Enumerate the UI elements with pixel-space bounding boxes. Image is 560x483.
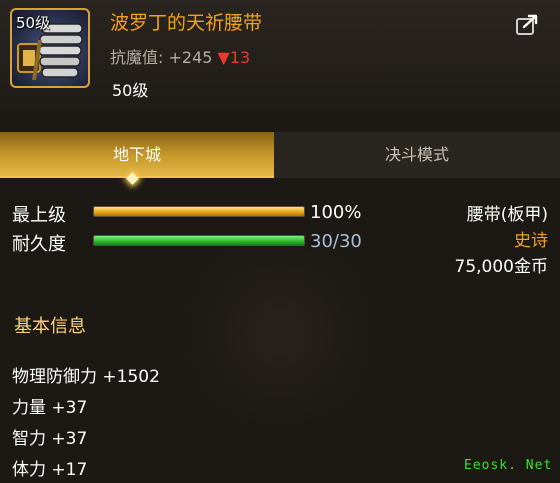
item-level: 50级 (112, 81, 149, 100)
tab-pvp[interactable]: 决斗模式 (274, 132, 560, 178)
stat-change: 13 (229, 48, 251, 67)
prop-intelligence: 智力 +37 (12, 429, 88, 449)
watermark: Eeosk. Net (464, 458, 553, 473)
prop-strength: 力量 +37 (12, 398, 88, 418)
basic-info-title: 基本信息 (14, 316, 86, 337)
durability-label: 耐久度 (12, 234, 66, 255)
durability-value: 30/30 (310, 231, 362, 252)
item-header: 50级 波罗丁的天祈腰带 抗魔值: +245 ▼13 50级 (0, 0, 560, 112)
max-level-label: 最上级 (12, 205, 66, 226)
item-icon-level: 50级 (16, 14, 51, 32)
prop-vitality: 体力 +17 (12, 460, 88, 480)
stat-label: 抗魔值: (110, 48, 164, 67)
max-level-bar-fill (94, 207, 304, 216)
item-icon-frame[interactable]: 50级 (10, 8, 90, 88)
share-icon[interactable] (514, 12, 540, 38)
durability-bar (93, 235, 305, 246)
item-name: 波罗丁的天祈腰带 (110, 12, 263, 34)
magic-resist-stat: 抗魔值: +245 ▼13 (110, 44, 250, 68)
tab-dungeon[interactable]: 地下城 (0, 132, 274, 178)
durability-bar-fill (94, 236, 304, 245)
max-level-bar (93, 206, 305, 217)
item-type: 腰带(板甲) (466, 205, 548, 225)
stat-value: +245 (168, 48, 213, 67)
mode-tabs: 地下城 决斗模式 (0, 132, 560, 178)
decrease-arrow-icon: ▼ (217, 48, 230, 67)
max-level-value: 100% (310, 202, 362, 223)
item-price: 75,000金币 (454, 257, 548, 277)
background-decoration (180, 232, 380, 432)
prop-physical-defense: 物理防御力 +1502 (12, 367, 160, 387)
item-rarity: 史诗 (514, 231, 548, 251)
